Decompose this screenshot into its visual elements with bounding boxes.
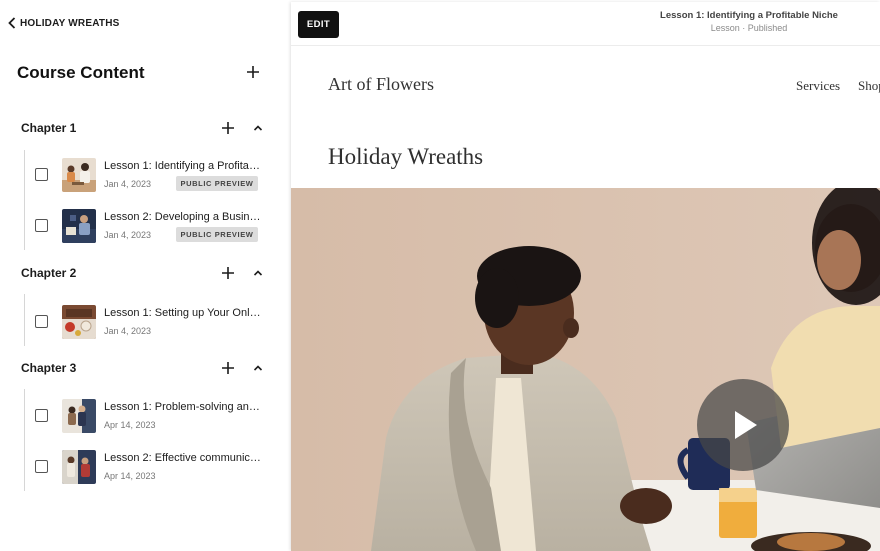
nav-link-shop[interactable]: Shop bbox=[858, 78, 880, 94]
page-heading: Holiday Wreaths bbox=[328, 144, 484, 169]
chevron-up-icon bbox=[253, 125, 263, 131]
lesson-thumbnail bbox=[62, 399, 96, 433]
plus-icon bbox=[222, 362, 234, 374]
play-icon bbox=[735, 411, 757, 439]
lesson-item[interactable]: Lesson 1: Setting up Your Online Store J… bbox=[26, 305, 266, 349]
lesson-date: Jan 4, 2023 bbox=[104, 230, 152, 240]
public-preview-badge: PUBLIC PREVIEW bbox=[176, 176, 258, 191]
lesson-checkbox[interactable] bbox=[35, 315, 48, 328]
add-lesson-button-chapter-3[interactable] bbox=[220, 360, 236, 376]
lesson-thumbnail bbox=[62, 158, 96, 192]
lesson-preview-panel: EDIT Lesson 1: Identifying a Profitable … bbox=[291, 2, 880, 551]
lesson-title: Lesson 1: Problem-solving and Decision M… bbox=[104, 401, 262, 413]
add-lesson-button-chapter-1[interactable] bbox=[220, 120, 236, 136]
edit-button[interactable]: EDIT bbox=[298, 11, 339, 38]
course-content-title: Course Content bbox=[17, 63, 145, 82]
back-link-label: HOLIDAY WREATHS bbox=[20, 17, 120, 29]
video-poster-image bbox=[291, 188, 880, 551]
lesson-title: Lesson 2: Developing a Business Plan bbox=[104, 211, 262, 223]
chapter-2-divider bbox=[24, 294, 25, 346]
lesson-video[interactable] bbox=[291, 188, 880, 551]
lesson-title: Lesson 2: Effective communication bbox=[104, 452, 262, 464]
add-lesson-button-chapter-2[interactable] bbox=[220, 265, 236, 281]
lesson-thumbnail bbox=[62, 305, 96, 339]
lesson-date: Jan 4, 2023 bbox=[104, 326, 152, 336]
chevron-up-icon bbox=[253, 270, 263, 276]
lesson-checkbox[interactable] bbox=[35, 460, 48, 473]
collapse-chapter-2-button[interactable] bbox=[252, 267, 264, 279]
lesson-item[interactable]: Lesson 1: Problem-solving and Decision M… bbox=[26, 399, 266, 443]
preview-toolbar: EDIT Lesson 1: Identifying a Profitable … bbox=[291, 2, 880, 46]
site-logo-text[interactable]: Art of Flowers bbox=[328, 74, 434, 95]
chapter-3-title[interactable]: Chapter 3 bbox=[21, 361, 76, 375]
collapse-chapter-1-button[interactable] bbox=[252, 122, 264, 134]
lesson-date: Apr 14, 2023 bbox=[104, 471, 156, 481]
chevron-up-icon bbox=[253, 365, 263, 371]
chapter-1-title[interactable]: Chapter 1 bbox=[21, 121, 76, 135]
nav-link-services[interactable]: Services bbox=[796, 78, 840, 94]
document-info: Lesson 1: Identifying a Profitable Niche… bbox=[631, 10, 867, 33]
lesson-thumbnail bbox=[62, 450, 96, 484]
chevron-left-icon bbox=[8, 17, 16, 29]
course-sidebar: HOLIDAY WREATHS Course Content Chapter 1 bbox=[0, 0, 278, 551]
lesson-item[interactable]: Lesson 2: Effective communication Apr 14… bbox=[26, 450, 266, 494]
lesson-item[interactable]: Lesson 2: Developing a Business Plan Jan… bbox=[26, 209, 266, 253]
public-preview-badge: PUBLIC PREVIEW bbox=[176, 227, 258, 242]
lesson-date: Apr 14, 2023 bbox=[104, 420, 156, 430]
back-link[interactable]: HOLIDAY WREATHS bbox=[8, 15, 120, 31]
chapter-1-divider bbox=[24, 150, 25, 250]
lesson-title: Lesson 1: Identifying a Profitable Niche bbox=[104, 160, 262, 172]
add-chapter-button[interactable] bbox=[245, 64, 261, 80]
lesson-checkbox[interactable] bbox=[35, 168, 48, 181]
chapter-3-divider bbox=[24, 389, 25, 491]
lesson-item[interactable]: Lesson 1: Identifying a Profitable Niche… bbox=[26, 158, 266, 202]
lesson-title: Lesson 1: Setting up Your Online Store bbox=[104, 307, 262, 319]
lesson-date: Jan 4, 2023 bbox=[104, 179, 152, 189]
collapse-chapter-3-button[interactable] bbox=[252, 362, 264, 374]
document-title: Lesson 1: Identifying a Profitable Niche bbox=[660, 10, 838, 21]
lesson-checkbox[interactable] bbox=[35, 409, 48, 422]
site-navigation: Services Shop bbox=[796, 78, 880, 94]
plus-icon bbox=[222, 122, 234, 134]
play-button[interactable] bbox=[697, 379, 789, 471]
lesson-checkbox[interactable] bbox=[35, 219, 48, 232]
document-status: Lesson · Published bbox=[710, 23, 788, 33]
plus-icon bbox=[222, 267, 234, 279]
chapter-2-title[interactable]: Chapter 2 bbox=[21, 266, 76, 280]
lesson-thumbnail bbox=[62, 209, 96, 243]
plus-icon bbox=[247, 66, 259, 78]
